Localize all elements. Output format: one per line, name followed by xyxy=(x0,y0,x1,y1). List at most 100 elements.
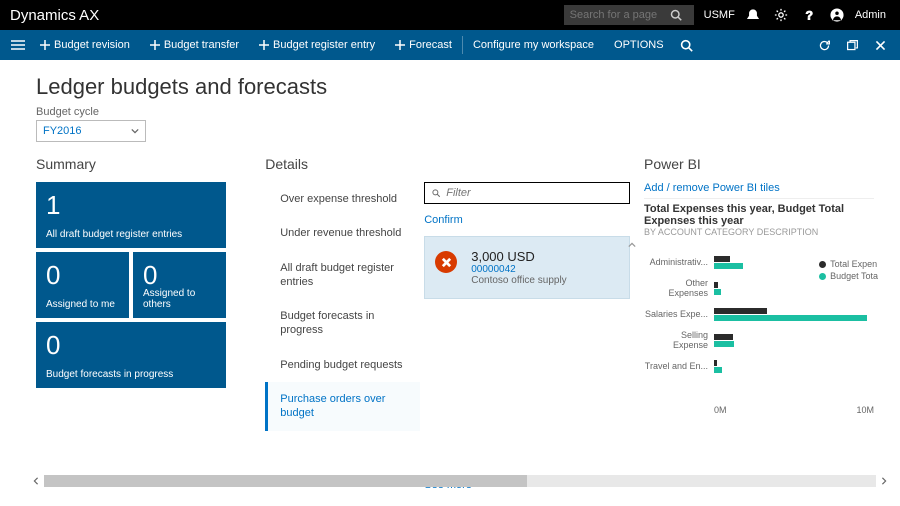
chart-category-label: Salaries Expe... xyxy=(644,309,708,319)
tab-forecasts-progress[interactable]: Budget forecasts in progress xyxy=(265,299,420,348)
scroll-left-button[interactable] xyxy=(30,474,42,488)
bar-budget-expenses xyxy=(714,289,721,295)
card-amount: 3,000 USD xyxy=(471,249,619,264)
bar-total-expenses xyxy=(714,308,767,314)
tile-label: Assigned to me xyxy=(46,299,119,310)
tab-draft-entries[interactable]: All draft budget register entries xyxy=(265,251,420,300)
options-button[interactable]: OPTIONS xyxy=(604,30,674,60)
horizontal-scrollbar[interactable] xyxy=(30,474,890,488)
configure-workspace-button[interactable]: Configure my workspace xyxy=(463,30,604,60)
tile-label: All draft budget register entries xyxy=(46,229,216,240)
tile-label: Budget forecasts in progress xyxy=(46,369,216,380)
chevron-down-icon xyxy=(131,127,139,135)
details-title: Details xyxy=(265,156,634,172)
bell-icon xyxy=(746,8,760,22)
budget-cycle-select[interactable]: FY2016 xyxy=(36,120,146,142)
chart-row: Administrativ... xyxy=(714,249,874,275)
tile-draft-entries[interactable]: 1 All draft budget register entries xyxy=(36,182,226,248)
tab-pending-requests[interactable]: Pending budget requests xyxy=(265,348,420,382)
chart-category-label: Administrativ... xyxy=(644,257,708,267)
details-section: Details Over expense threshold Under rev… xyxy=(265,156,634,490)
search-icon xyxy=(680,39,693,52)
search-icon xyxy=(670,9,682,21)
close-icon xyxy=(874,39,887,52)
svg-text:?: ? xyxy=(805,8,812,22)
bar-total-expenses xyxy=(714,334,733,340)
tile-assigned-me[interactable]: 0 Assigned to me xyxy=(36,252,129,318)
chart-category-label: Travel and En... xyxy=(644,361,708,371)
tab-po-over-budget[interactable]: Purchase orders over budget xyxy=(265,382,420,431)
tile-assigned-others[interactable]: 0 Assigned to others xyxy=(133,252,226,318)
search-input[interactable] xyxy=(570,9,670,21)
brand: Dynamics AX xyxy=(10,7,99,24)
scroll-track[interactable] xyxy=(44,475,876,487)
tile-value: 0 xyxy=(46,262,119,288)
plus-icon xyxy=(259,40,269,50)
scroll-up-button[interactable] xyxy=(628,238,636,246)
bar-chart: Total Expen Budget Tota Administrativ...… xyxy=(644,245,874,415)
chart-row: Travel and En... xyxy=(714,353,874,379)
action-bar: Budget revision Budget transfer Budget r… xyxy=(0,30,900,60)
budget-transfer-button[interactable]: Budget transfer xyxy=(140,30,249,60)
popout-button[interactable] xyxy=(838,30,866,60)
notifications-button[interactable] xyxy=(739,0,767,30)
action-label: Configure my workspace xyxy=(473,39,594,51)
question-icon: ? xyxy=(802,8,816,22)
close-button[interactable] xyxy=(866,30,894,60)
user-icon xyxy=(830,8,844,22)
action-search-button[interactable] xyxy=(674,30,699,60)
refresh-button[interactable] xyxy=(810,30,838,60)
nav-menu-button[interactable] xyxy=(6,30,30,60)
action-label: Budget register entry xyxy=(273,39,375,51)
action-label: Budget transfer xyxy=(164,39,239,51)
bar-budget-expenses xyxy=(714,263,743,269)
bar-budget-expenses xyxy=(714,367,722,373)
scroll-thumb[interactable] xyxy=(44,475,527,487)
powerbi-tile[interactable]: Total Expenses this year, Budget Total E… xyxy=(644,198,874,415)
powerbi-section: Power BI Add / remove Power BI tiles Tot… xyxy=(634,156,874,490)
chart-x-axis: 0M10M xyxy=(714,405,874,415)
scroll-right-button[interactable] xyxy=(878,474,890,488)
chart-row: Selling Expense xyxy=(714,327,874,353)
budget-cycle-value: FY2016 xyxy=(43,125,82,137)
search-icon xyxy=(431,188,441,198)
user-name[interactable]: Admin xyxy=(855,9,886,21)
budget-revision-button[interactable]: Budget revision xyxy=(30,30,140,60)
popout-icon xyxy=(846,39,859,52)
axis-tick: 10M xyxy=(856,405,874,415)
company-code[interactable]: USMF xyxy=(704,9,735,21)
summary-section: Summary 1 All draft budget register entr… xyxy=(36,156,265,490)
help-button[interactable]: ? xyxy=(795,0,823,30)
filter-box[interactable] xyxy=(424,182,630,204)
details-list: Confirm 3,000 USD 00000042 Contoso offic… xyxy=(420,182,634,490)
tile-forecasts-progress[interactable]: 0 Budget forecasts in progress xyxy=(36,322,226,388)
budget-cycle-label: Budget cycle xyxy=(36,106,874,118)
top-bar: Dynamics AX USMF ? Admin xyxy=(0,0,900,30)
bar-total-expenses xyxy=(714,256,730,262)
action-label: Forecast xyxy=(409,39,452,51)
add-remove-tiles-link[interactable]: Add / remove Power BI tiles xyxy=(644,182,874,194)
chart-title: Total Expenses this year, Budget Total E… xyxy=(644,203,874,227)
bar-budget-expenses xyxy=(714,315,867,321)
tile-value: 0 xyxy=(143,262,216,288)
plus-icon xyxy=(150,40,160,50)
plus-icon xyxy=(395,40,405,50)
card-number[interactable]: 00000042 xyxy=(471,264,619,275)
filter-input[interactable] xyxy=(446,187,623,199)
tile-value: 0 xyxy=(46,332,216,358)
confirm-link[interactable]: Confirm xyxy=(424,214,630,226)
tab-over-expense[interactable]: Over expense threshold xyxy=(265,182,420,216)
settings-button[interactable] xyxy=(767,0,795,30)
tab-under-revenue[interactable]: Under revenue threshold xyxy=(265,216,420,250)
forecast-button[interactable]: Forecast xyxy=(385,30,462,60)
action-label: Budget revision xyxy=(54,39,130,51)
card-vendor: Contoso office supply xyxy=(471,275,619,286)
gear-icon xyxy=(774,8,788,22)
search-box[interactable] xyxy=(564,5,694,25)
chart-row: Salaries Expe... xyxy=(714,301,874,327)
user-button[interactable] xyxy=(823,0,851,30)
budget-register-entry-button[interactable]: Budget register entry xyxy=(249,30,385,60)
plus-icon xyxy=(40,40,50,50)
chart-category-label: Other Expenses xyxy=(644,278,708,298)
po-card[interactable]: 3,000 USD 00000042 Contoso office supply xyxy=(424,236,630,299)
